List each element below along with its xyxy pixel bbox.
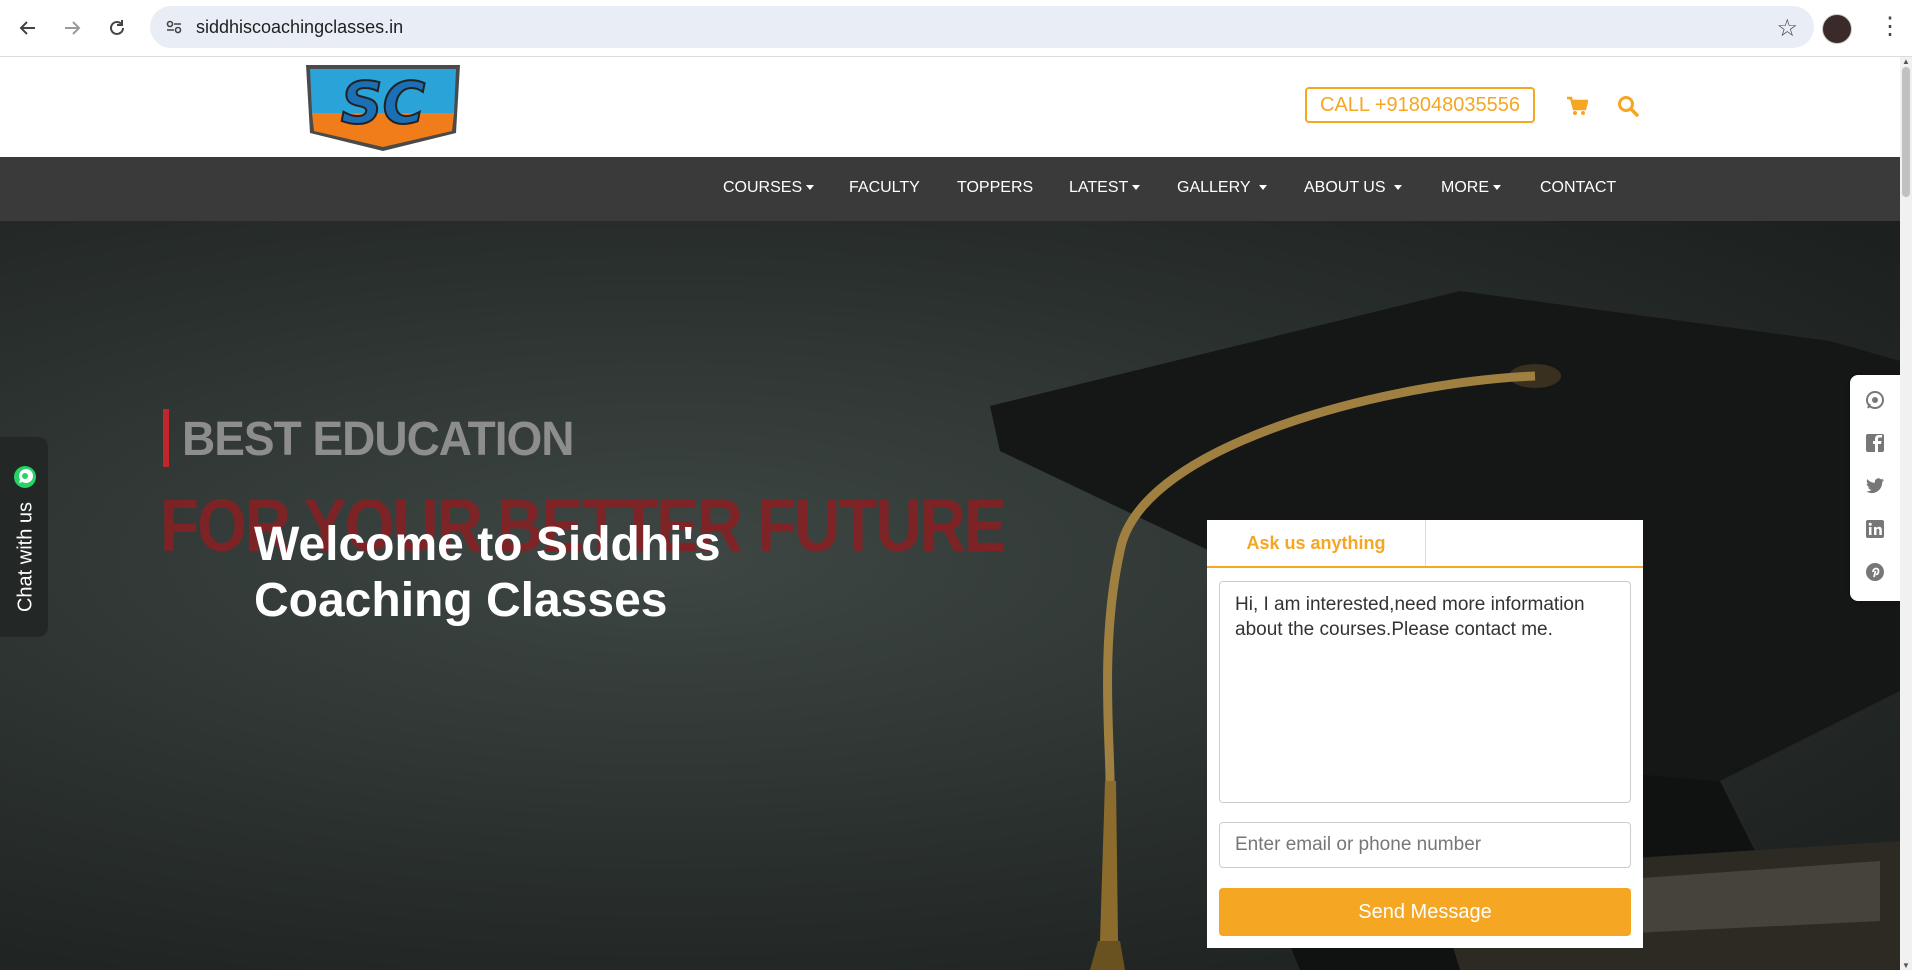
- arrow-left-icon: [19, 21, 35, 35]
- site-info-icon[interactable]: [164, 17, 184, 37]
- nav-item-more[interactable]: MORE: [1441, 179, 1501, 197]
- whatsapp-icon: [14, 466, 36, 488]
- scroll-up-icon[interactable]: ▲: [1902, 57, 1910, 66]
- caret-down-icon: [1493, 185, 1501, 191]
- nav-item-faculty[interactable]: FACULTY: [849, 179, 920, 197]
- star-icon[interactable]: ☆: [1776, 14, 1798, 43]
- page-scrollbar[interactable]: ▲ ▼: [1900, 57, 1912, 970]
- twitter-icon[interactable]: [1865, 476, 1885, 496]
- linkedin-icon[interactable]: [1865, 519, 1885, 539]
- whatsapp-icon[interactable]: [1865, 390, 1885, 410]
- reload-icon: [110, 20, 124, 35]
- profile-avatar[interactable]: [1822, 14, 1852, 44]
- scroll-thumb[interactable]: [1902, 67, 1910, 197]
- pinterest-icon[interactable]: [1865, 562, 1885, 582]
- cart-icon[interactable]: [1566, 95, 1588, 117]
- tab-ask-us-anything[interactable]: Ask us anything: [1207, 520, 1426, 566]
- nav-item-contact[interactable]: CONTACT: [1540, 179, 1616, 197]
- svg-text:SC: SC: [341, 69, 425, 137]
- scroll-down-icon[interactable]: ▼: [1902, 961, 1910, 970]
- nav-item-courses[interactable]: COURSES: [723, 179, 815, 197]
- social-share-bar: [1850, 375, 1900, 601]
- nav-item-about-us[interactable]: ABOUT US: [1304, 179, 1402, 197]
- welcome-title: Welcome to Siddhi's Coaching Classes: [254, 518, 721, 627]
- nav-item-toppers[interactable]: TOPPERS: [957, 179, 1033, 197]
- send-message-button[interactable]: Send Message: [1219, 888, 1631, 936]
- nav-item-latest[interactable]: LATEST: [1069, 179, 1141, 197]
- browser-toolbar: siddhiscoachingclasses.in ☆ ⋮: [0, 0, 1912, 57]
- caret-down-icon: [806, 185, 815, 191]
- search-icon[interactable]: [1616, 94, 1640, 118]
- call-button[interactable]: CALL +918048035556: [1305, 87, 1535, 123]
- more-vert-icon[interactable]: ⋮: [1878, 12, 1902, 41]
- forward-button[interactable]: [56, 12, 88, 44]
- message-textarea[interactable]: Hi, I am interested,need more informatio…: [1219, 581, 1631, 803]
- address-bar[interactable]: siddhiscoachingclasses.in ☆: [150, 6, 1814, 48]
- banner-accent-bar: [163, 409, 169, 467]
- site-logo[interactable]: SC: [298, 63, 468, 151]
- caret-down-icon: [1393, 185, 1402, 191]
- chat-with-us-tab[interactable]: Chat with us: [0, 437, 48, 637]
- url-text[interactable]: siddhiscoachingclasses.in: [196, 17, 403, 38]
- facebook-icon[interactable]: [1865, 433, 1885, 453]
- main-nav: COURSES FACULTY TOPPERS LATEST GALLERY A…: [0, 157, 1900, 221]
- site-header: SC CALL +918048035556: [0, 57, 1900, 157]
- enquiry-form: Ask us anything Hi, I am interested,need…: [1207, 520, 1643, 948]
- contact-input[interactable]: [1219, 822, 1631, 868]
- banner-line-1: BEST EDUCATION: [182, 410, 574, 466]
- caret-down-icon: [1132, 185, 1141, 191]
- arrow-right-icon: [65, 21, 81, 35]
- reload-button[interactable]: [101, 12, 133, 44]
- tab-underline: [1207, 566, 1643, 568]
- chat-label: Chat with us: [14, 501, 37, 613]
- back-button[interactable]: [12, 12, 44, 44]
- caret-down-icon: [1258, 185, 1267, 191]
- nav-item-gallery[interactable]: GALLERY: [1177, 179, 1267, 197]
